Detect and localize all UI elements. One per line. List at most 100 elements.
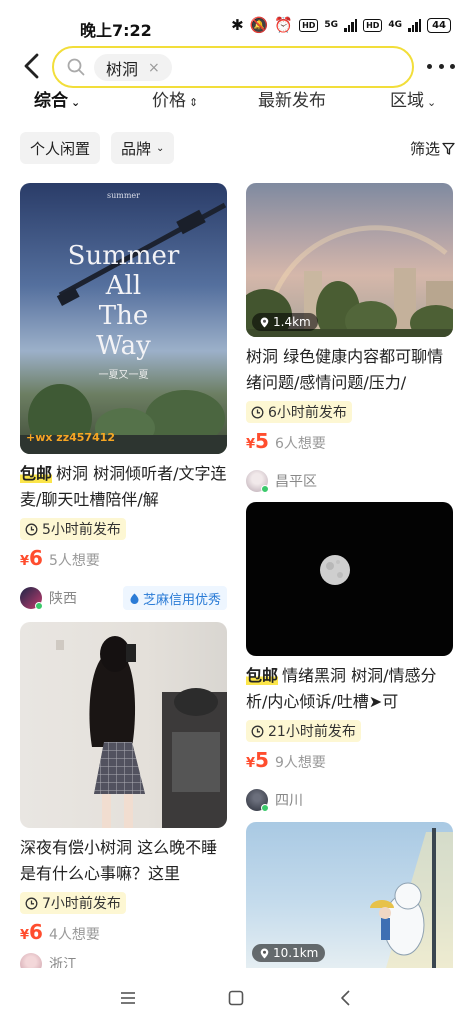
home-button[interactable] [224, 986, 248, 1010]
product-card[interactable]: 包邮 情绪黑洞 树洞/情感分析/内心倾诉/吐槽➤可 21小时前发布 ¥ 5 9人想… [246, 502, 453, 812]
tab-price[interactable]: 价格 ⇕ [152, 88, 198, 111]
seller-row: 昌平区 [246, 469, 453, 493]
tab-newest[interactable]: 最新发布 [258, 88, 326, 111]
seller-location: 昌平区 [275, 474, 317, 490]
funnel-icon [442, 142, 455, 155]
product-card[interactable]: summer Summer All The Way 一夏又一夏 +wx zz45… [20, 183, 227, 610]
currency-symbol: ¥ [20, 928, 30, 943]
clock-icon [25, 897, 38, 909]
online-dot [261, 485, 269, 493]
product-title: 包邮 树洞 树洞倾听者/文字连麦/聊天吐槽陪伴/解 [20, 461, 227, 513]
credit-badge: 芝麻信用优秀 [122, 586, 227, 610]
sort-tabs: 综合 ⌄ 价格 ⇕ 最新发布 区域 ⌄ [0, 88, 473, 112]
image-title-line: The [98, 301, 149, 331]
moon-illustration [320, 555, 350, 585]
product-card[interactable]: 10.1km [246, 822, 453, 968]
post-time: 7小时前发布 [42, 896, 121, 912]
wants-count: 9人想要 [274, 755, 326, 771]
product-title-text: 树洞 绿色健康内容都可聊情绪问题/感情问题/压力/ [246, 347, 444, 392]
free-shipping-label: 包邮 [20, 464, 53, 483]
post-time: 5小时前发布 [42, 522, 121, 538]
price-row: ¥ 6 4人想要 [20, 920, 227, 944]
clock-icon [251, 406, 264, 418]
signal-bars-icon [408, 18, 422, 32]
alarm-icon: ⏰ [274, 16, 294, 34]
tab-label: 最新发布 [258, 91, 326, 111]
seller-row: 陕西 芝麻信用优秀 [20, 586, 227, 610]
hd-icon: HD [299, 18, 319, 32]
credit-label: 芝麻信用优秀 [142, 592, 221, 608]
more-dot-icon [450, 63, 455, 69]
avatar[interactable] [20, 587, 43, 610]
status-icons: ✱ 🔕 ⏰ HD 5G HD 4G 44 [231, 16, 451, 34]
more-dot-icon [427, 63, 432, 69]
tab-label: 价格 [152, 91, 186, 111]
price-value: 5 [255, 429, 269, 453]
avatar[interactable] [246, 470, 269, 493]
signal-5g-label: 5G [324, 20, 339, 30]
chip-personal-idle[interactable]: 个人闲置 [20, 132, 101, 164]
post-time-badge: 7小时前发布 [20, 892, 126, 914]
distance-value: 10.1km [273, 946, 319, 960]
search-header: 树洞 × [0, 44, 473, 88]
system-nav-bar [0, 968, 473, 1024]
post-time: 6小时前发布 [268, 405, 347, 421]
product-card[interactable]: 1.4km 树洞 绿色健康内容都可聊情绪问题/感情问题/压力/ 6小时前发布 ¥… [246, 183, 453, 493]
menu-button[interactable] [116, 986, 140, 1010]
product-image: summer Summer All The Way 一夏又一夏 +wx zz45… [20, 183, 227, 454]
back-button[interactable] [18, 52, 44, 80]
image-title-text: Summer All The Way [20, 241, 227, 361]
location-pin-icon [260, 317, 269, 327]
filter-label: 筛选 [409, 140, 440, 158]
status-time: 晚上7:22 [80, 21, 152, 40]
tab-label: 综合 [34, 91, 68, 111]
filter-button[interactable]: 筛选 [410, 138, 455, 159]
distance-value: 1.4km [273, 315, 311, 329]
bluetooth-icon: ✱ [231, 16, 244, 34]
free-shipping-label: 包邮 [246, 666, 279, 685]
chip-brand[interactable]: 品牌 ⌄ [111, 132, 175, 164]
product-card[interactable]: 深夜有偿小树洞 这么晚不睡是有什么心事嘛？这里 7小时前发布 ¥ 6 4人想要 … [20, 622, 227, 976]
search-icon [67, 58, 85, 76]
price-value: 5 [255, 748, 269, 772]
seller-row: 四川 [246, 788, 453, 812]
clear-keyword-icon[interactable]: × [148, 60, 160, 76]
price-row: ¥ 6 5人想要 [20, 546, 227, 570]
product-image [246, 502, 453, 656]
distance-badge: 1.4km [252, 313, 318, 331]
tab-label: 区域 [390, 91, 424, 111]
currency-symbol: ¥ [20, 554, 30, 569]
image-title-line: Way [96, 331, 151, 361]
system-back-button[interactable] [334, 986, 358, 1010]
chevron-left-icon [341, 990, 350, 1006]
wants-count: 5人想要 [48, 553, 100, 569]
product-title: 深夜有偿小树洞 这么晚不睡是有什么心事嘛？这里 [20, 835, 227, 887]
signal-4g-label: 4G [388, 20, 403, 30]
sort-arrows-icon: ⇕ [189, 96, 199, 109]
currency-symbol: ¥ [246, 437, 256, 452]
search-keyword-tag[interactable]: 树洞 × [94, 54, 172, 81]
tab-region[interactable]: 区域 ⌄ [390, 88, 436, 111]
product-image: 1.4km [246, 183, 453, 337]
image-title-line: All [105, 271, 142, 301]
more-button[interactable] [427, 54, 455, 78]
price-row: ¥ 5 9人想要 [246, 748, 453, 772]
product-image: 10.1km [246, 822, 453, 968]
price-value: 6 [29, 546, 43, 570]
sesame-credit-icon [130, 593, 139, 604]
battery-indicator: 44 [427, 17, 451, 33]
hd-icon: HD [363, 18, 383, 32]
wants-count: 4人想要 [48, 927, 100, 943]
filter-row: 个人闲置 品牌 ⌄ 筛选 [0, 132, 473, 164]
product-image [20, 622, 227, 828]
search-input[interactable]: 树洞 × [52, 46, 414, 88]
image-title-line: Summer [67, 241, 180, 271]
home-square-icon [228, 990, 244, 1006]
chip-label: 品牌 [121, 139, 152, 158]
avatar[interactable] [246, 789, 269, 812]
image-subtitle: 一夏又一夏 [98, 370, 149, 381]
clock-icon [25, 523, 38, 535]
tab-comprehensive[interactable]: 综合 ⌄ [34, 88, 80, 111]
product-title-text: 深夜有偿小树洞 这么晚不睡是有什么心事嘛？这里 [20, 838, 218, 883]
online-dot [35, 602, 43, 610]
